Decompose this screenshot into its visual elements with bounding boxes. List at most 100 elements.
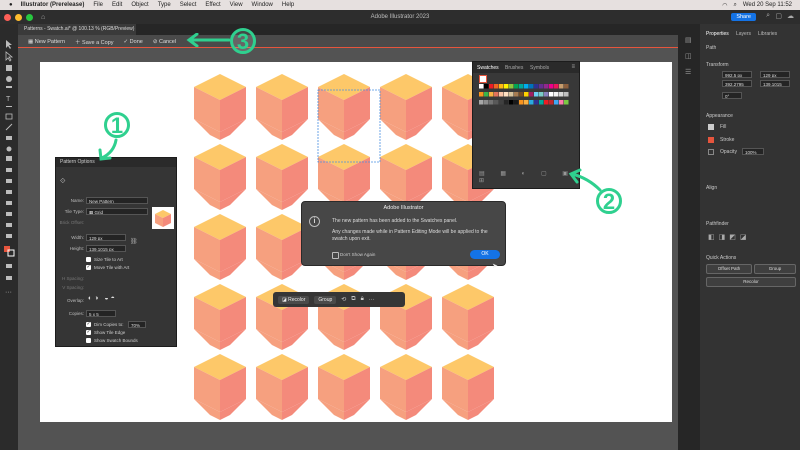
overlap-buttons[interactable]: ◐◑ ◒◓: [88, 295, 117, 302]
y-field[interactable]: 392.2795: [722, 80, 752, 87]
menu-app-name[interactable]: Illustrator (Prerelease): [21, 2, 85, 8]
x-field[interactable]: 992.5 px: [722, 71, 752, 78]
wifi-icon[interactable]: ◠: [722, 2, 727, 9]
dim-copies-input[interactable]: 70%: [128, 321, 146, 328]
show-tile-edge-checkbox[interactable]: [86, 329, 91, 335]
color-swatch[interactable]: [559, 84, 564, 89]
swatch-grid[interactable]: [479, 84, 573, 124]
pathfinder-icons[interactable]: ◧◨◩◪: [708, 233, 750, 241]
color-swatch[interactable]: [524, 92, 529, 97]
color-swatch[interactable]: [539, 84, 544, 89]
color-swatch[interactable]: [499, 100, 504, 105]
color-swatch[interactable]: [494, 92, 499, 97]
tab-swatches[interactable]: Swatches: [477, 65, 499, 71]
panel-icon[interactable]: ▤: [685, 36, 692, 44]
color-swatch[interactable]: [554, 84, 559, 89]
color-swatch[interactable]: [549, 92, 554, 97]
tile-type-select[interactable]: ▦ Grid: [86, 208, 148, 215]
color-swatch[interactable]: [489, 100, 494, 105]
color-swatch[interactable]: [564, 100, 569, 105]
layers-icon[interactable]: ◫: [685, 52, 692, 60]
color-swatch[interactable]: [494, 84, 499, 89]
color-swatch[interactable]: [484, 84, 489, 89]
menu-window[interactable]: Window: [252, 2, 273, 8]
height-input[interactable]: 139.1015 px: [86, 245, 126, 252]
color-swatch[interactable]: [484, 92, 489, 97]
tab-layers[interactable]: Layers: [736, 31, 751, 37]
color-swatch[interactable]: [509, 92, 514, 97]
tab-properties[interactable]: Properties: [706, 31, 729, 37]
clock-text[interactable]: Wed 20 Sep 11:52: [743, 2, 792, 8]
color-swatch[interactable]: [559, 92, 564, 97]
recolor-task-button[interactable]: ◪ Recolor: [278, 295, 310, 304]
menu-type[interactable]: Type: [158, 2, 171, 8]
color-swatch[interactable]: [484, 100, 489, 105]
search-icon[interactable]: ⌕: [766, 12, 770, 20]
group-task-button[interactable]: Group: [314, 295, 337, 304]
panel-menu-icon[interactable]: ≡: [571, 64, 575, 70]
color-swatch[interactable]: [514, 84, 519, 89]
opacity-field[interactable]: 100%: [742, 148, 764, 155]
show-swatch-bounds-checkbox[interactable]: [86, 338, 91, 343]
color-swatch[interactable]: [544, 92, 549, 97]
color-swatch[interactable]: [544, 84, 549, 89]
color-swatch[interactable]: [539, 100, 544, 105]
color-swatch[interactable]: [554, 92, 559, 97]
color-swatch[interactable]: [529, 84, 534, 89]
tool-icons[interactable]: T ···: [0, 38, 18, 308]
color-swatch[interactable]: [479, 84, 484, 89]
offset-path-button[interactable]: Offset Path: [706, 264, 752, 274]
more-options-icon[interactable]: ···: [369, 297, 375, 303]
fill-stroke-icon[interactable]: [479, 75, 487, 83]
save-copy-button[interactable]: ＋ Save a Copy: [75, 38, 114, 46]
color-swatch[interactable]: [519, 100, 524, 105]
stroke-swatch-icon[interactable]: [708, 137, 714, 143]
copies-select[interactable]: 5 x 5: [86, 310, 116, 317]
search-icon[interactable]: ⌕: [733, 2, 736, 9]
size-tile-checkbox[interactable]: [86, 257, 91, 262]
color-swatch[interactable]: [519, 84, 524, 89]
color-swatch[interactable]: [499, 92, 504, 97]
color-swatch[interactable]: [524, 100, 529, 105]
color-swatch[interactable]: [534, 84, 539, 89]
document-tab[interactable]: Patterns - Swatch.ai* @ 100.13 % (RGB/Pr…: [18, 24, 136, 35]
color-swatch[interactable]: [509, 84, 514, 89]
menu-file[interactable]: File: [93, 2, 103, 8]
width-input[interactable]: 129 px: [86, 234, 126, 241]
color-swatch[interactable]: [489, 92, 494, 97]
color-swatch[interactable]: [514, 100, 519, 105]
color-swatch[interactable]: [479, 92, 484, 97]
move-tile-checkbox[interactable]: [86, 264, 91, 270]
color-swatch[interactable]: [564, 84, 569, 89]
menu-object[interactable]: Object: [131, 2, 148, 8]
menu-help[interactable]: Help: [282, 2, 294, 8]
color-swatch[interactable]: [529, 92, 534, 97]
libraries-icon[interactable]: ☰: [685, 68, 691, 76]
color-swatch[interactable]: [559, 100, 564, 105]
color-swatch[interactable]: [504, 92, 509, 97]
color-swatch[interactable]: [564, 92, 569, 97]
color-swatch[interactable]: [529, 100, 534, 105]
done-button[interactable]: ✓ Done: [124, 39, 143, 45]
menu-edit[interactable]: Edit: [112, 2, 122, 8]
ok-button[interactable]: OK: [470, 250, 500, 259]
color-swatch[interactable]: [479, 100, 484, 105]
duplicate-icon[interactable]: ⧉: [351, 296, 355, 303]
pattern-name-input[interactable]: New Pattern: [86, 197, 148, 204]
link-icon[interactable]: ⛓: [130, 238, 138, 245]
w-field[interactable]: 129 px: [760, 71, 790, 78]
tab-libraries[interactable]: Libraries: [758, 31, 777, 37]
opacity-icon[interactable]: [708, 149, 714, 155]
color-swatch[interactable]: [534, 100, 539, 105]
color-swatch[interactable]: [519, 92, 524, 97]
apple-icon[interactable]: ●: [9, 2, 13, 8]
menu-select[interactable]: Select: [180, 2, 197, 8]
swatch-panel-footer-icons[interactable]: ▤ ▦ ◐ ▢ ▣ ⊞: [479, 170, 579, 184]
fill-swatch-icon[interactable]: [708, 124, 714, 130]
color-swatch[interactable]: [524, 84, 529, 89]
transform-icon[interactable]: ⟲: [341, 296, 346, 303]
color-swatch[interactable]: [554, 100, 559, 105]
color-swatch[interactable]: [489, 84, 494, 89]
color-swatch[interactable]: [539, 92, 544, 97]
lock-icon[interactable]: 🔒︎: [361, 296, 364, 303]
